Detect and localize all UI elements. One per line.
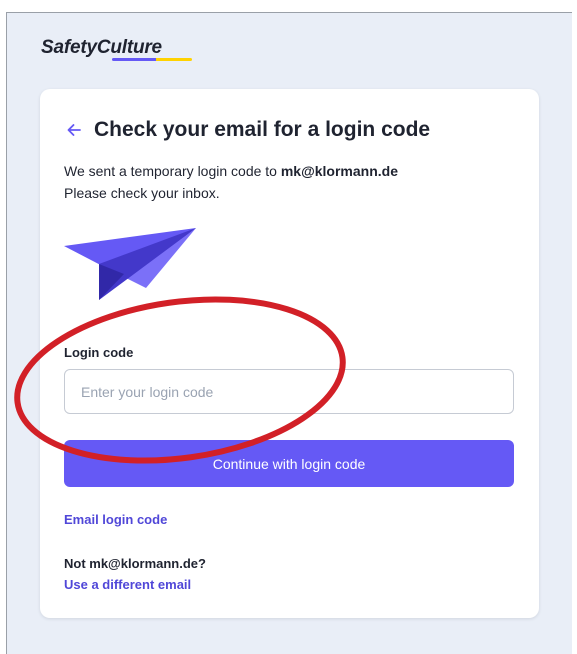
- use-different-email-link[interactable]: Use a different email: [64, 577, 191, 592]
- not-user-text: Not mk@klormann.de?: [64, 556, 206, 571]
- recipient-email: mk@klormann.de: [280, 163, 398, 179]
- safetyculture-logo: SafetyCulture: [41, 37, 162, 58]
- login-code-label: Login code: [64, 345, 134, 360]
- logo-underline: [112, 58, 192, 61]
- email-login-code-link[interactable]: Email login code: [64, 512, 167, 527]
- login-code-input[interactable]: [64, 369, 514, 414]
- continue-with-login-code-button[interactable]: Continue with login code: [64, 440, 514, 487]
- description-line2: Please check your inbox.: [64, 185, 220, 201]
- title-row: Check your email for a login code: [64, 118, 430, 142]
- description: We sent a temporary login code to mk@klo…: [64, 160, 398, 204]
- description-prefix: We sent a temporary login code to: [64, 163, 281, 179]
- paper-plane-icon: [64, 228, 196, 300]
- page-title: Check your email for a login code: [94, 118, 431, 141]
- arrow-left-icon[interactable]: [64, 120, 84, 140]
